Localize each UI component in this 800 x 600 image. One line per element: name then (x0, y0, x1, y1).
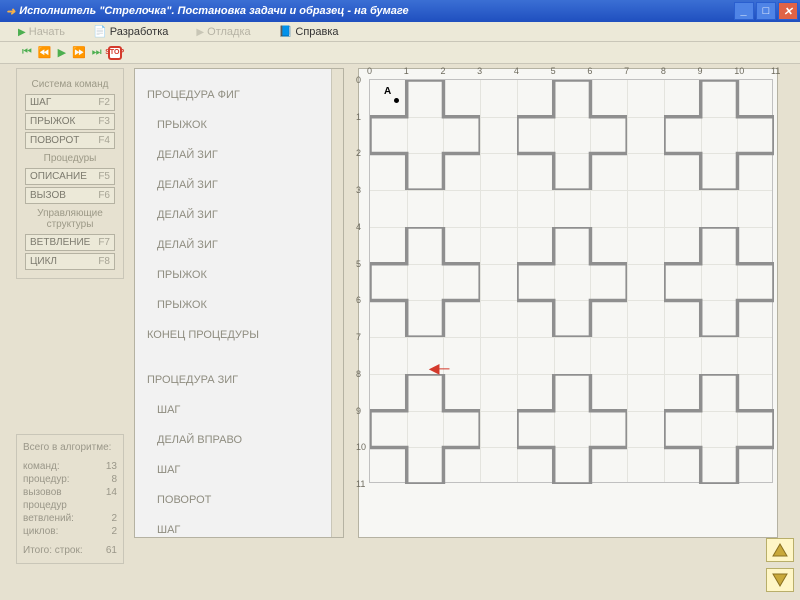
plus-shape (517, 80, 627, 190)
axis-tick: 0 (367, 66, 372, 76)
code-line: ПРОЦЕДУРА ФИГ (141, 88, 337, 103)
axis-tick: 7 (356, 332, 361, 342)
scrollbar[interactable] (331, 69, 343, 537)
main-area: Система команд ШАГF2 ПРЫЖОКF3 ПОВОРОТF4 … (0, 64, 800, 600)
axis-tick: 2 (356, 148, 361, 158)
code-line: ДЕЛАЙ ЗИГ (141, 238, 337, 253)
code-line: ШАГ (141, 523, 337, 538)
stats-row-cmds: команд:13 (23, 460, 117, 473)
code-line: ПРОЦЕДУРА ЗИГ (141, 373, 337, 388)
plus-shape (517, 374, 627, 484)
menu-debug[interactable]: ▶ Отладка (196, 26, 250, 38)
axis-tick: 10 (734, 66, 744, 76)
stats-row-total: Итого: строк:61 (23, 544, 117, 557)
titlebar: ➜ Исполнитель "Стрелочка". Постановка за… (0, 0, 800, 22)
axis-tick: 5 (551, 66, 556, 76)
code-panel[interactable]: ПРОЦЕДУРА ФИГ ПРЫЖОК ДЕЛАЙ ЗИГ ДЕЛАЙ ЗИГ… (134, 68, 344, 538)
menu-start[interactable]: ▶ Начать (18, 26, 65, 38)
axis-tick: 8 (661, 66, 666, 76)
axis-tick: 3 (477, 66, 482, 76)
axis-tick: 0 (356, 75, 361, 85)
axis-tick: 2 (440, 66, 445, 76)
menu-help[interactable]: 📘 Справка (279, 25, 339, 38)
play-icon[interactable]: ▶ (58, 46, 66, 59)
field-panel: 0011223344556677889910101111A◀─ (358, 68, 778, 538)
stats-panel: Всего в алгоритме: команд:13 процедур:8 … (16, 434, 124, 564)
command-palette: Система команд ШАГF2 ПРЫЖОКF3 ПОВОРОТF4 … (16, 68, 124, 279)
stats-row-calls: вызовов процедур14 (23, 486, 117, 512)
code-line: ШАГ (141, 463, 337, 478)
step-back-icon[interactable]: ⏪ (38, 46, 52, 59)
grid: 0011223344556677889910101111A◀─ (369, 79, 773, 483)
maximize-button[interactable]: □ (756, 2, 776, 20)
plus-shape (370, 374, 480, 484)
window-title: Исполнитель "Стрелочка". Постановка зада… (19, 5, 408, 17)
stats-row-branch: ветвлений:2 (23, 512, 117, 525)
axis-tick: 9 (698, 66, 703, 76)
fast-forward-icon[interactable]: ⏭ (92, 46, 102, 59)
axis-tick: 9 (356, 406, 361, 416)
nav-triangles (766, 538, 794, 592)
palette-jump-button[interactable]: ПРЫЖОКF3 (25, 113, 115, 130)
axis-tick: 8 (356, 369, 361, 379)
code-content: ПРОЦЕДУРА ФИГ ПРЫЖОК ДЕЛАЙ ЗИГ ДЕЛАЙ ЗИГ… (135, 69, 343, 538)
triangle-down-icon (772, 573, 788, 587)
code-line: ПРЫЖОК (141, 118, 337, 133)
close-button[interactable]: ✕ (778, 2, 798, 20)
axis-tick: 11 (356, 479, 365, 489)
axis-tick: 4 (356, 222, 361, 232)
code-line: ПРЫЖОК (141, 298, 337, 313)
axis-tick: 1 (356, 112, 361, 122)
stop-icon[interactable]: STOP (108, 46, 122, 60)
axis-tick: 3 (356, 185, 361, 195)
plus-shape (370, 80, 480, 190)
stats-header: Всего в алгоритме: (23, 441, 117, 454)
axis-tick: 4 (514, 66, 519, 76)
plus-shape (664, 227, 774, 337)
axis-tick: 11 (771, 66, 780, 76)
palette-call-button[interactable]: ВЫЗОВF6 (25, 187, 115, 204)
code-line: ДЕЛАЙ ЗИГ (141, 208, 337, 223)
palette-branch-button[interactable]: ВЕТВЛЕНИЕF7 (25, 234, 115, 251)
app-icon: ➜ (6, 5, 15, 18)
code-line: ШАГ (141, 403, 337, 418)
menubar: ▶ Начать 📄 Разработка ▶ Отладка 📘 Справк… (0, 22, 800, 42)
axis-tick: 7 (624, 66, 629, 76)
minimize-button[interactable]: _ (734, 2, 754, 20)
palette-ctrl-label: Управляющие структуры (21, 208, 119, 230)
code-line: ДЕЛАЙ ЗИГ (141, 178, 337, 193)
axis-tick: 6 (356, 295, 361, 305)
palette-procs-label: Процедуры (21, 153, 119, 164)
plus-shape (664, 80, 774, 190)
axis-tick: 5 (356, 259, 361, 269)
toolbar: ⏮ ⏪ ▶ ⏩ ⏭ STOP (0, 42, 800, 64)
triangle-up-icon (772, 543, 788, 557)
plus-shape (664, 374, 774, 484)
axis-tick: 1 (404, 66, 409, 76)
nav-down-button[interactable] (766, 568, 794, 592)
rewind-icon[interactable]: ⏮ (22, 46, 32, 59)
palette-system-label: Система команд (21, 79, 119, 90)
code-line: ДЕЛАЙ ЗИГ (141, 148, 337, 163)
palette-step-button[interactable]: ШАГF2 (25, 94, 115, 111)
step-forward-icon[interactable]: ⏩ (72, 46, 86, 59)
menu-dev[interactable]: 📄 Разработка (93, 25, 168, 38)
palette-desc-button[interactable]: ОПИСАНИЕF5 (25, 168, 115, 185)
axis-tick: 10 (356, 442, 366, 452)
code-line: ПОВОРОТ (141, 493, 337, 508)
cursor-arrow-icon: ◀─ (429, 363, 450, 373)
code-line: КОНЕЦ ПРОЦЕДУРЫ (141, 328, 337, 343)
palette-loop-button[interactable]: ЦИКЛF8 (25, 253, 115, 270)
palette-turn-button[interactable]: ПОВОРОТF4 (25, 132, 115, 149)
stats-row-procs: процедур:8 (23, 473, 117, 486)
code-line: ПРЫЖОК (141, 268, 337, 283)
axis-tick: 6 (587, 66, 592, 76)
plus-shape (517, 227, 627, 337)
plus-shape (370, 227, 480, 337)
code-line: ДЕЛАЙ ВПРАВО (141, 433, 337, 448)
stats-row-loops: циклов:2 (23, 525, 117, 538)
nav-up-button[interactable] (766, 538, 794, 562)
